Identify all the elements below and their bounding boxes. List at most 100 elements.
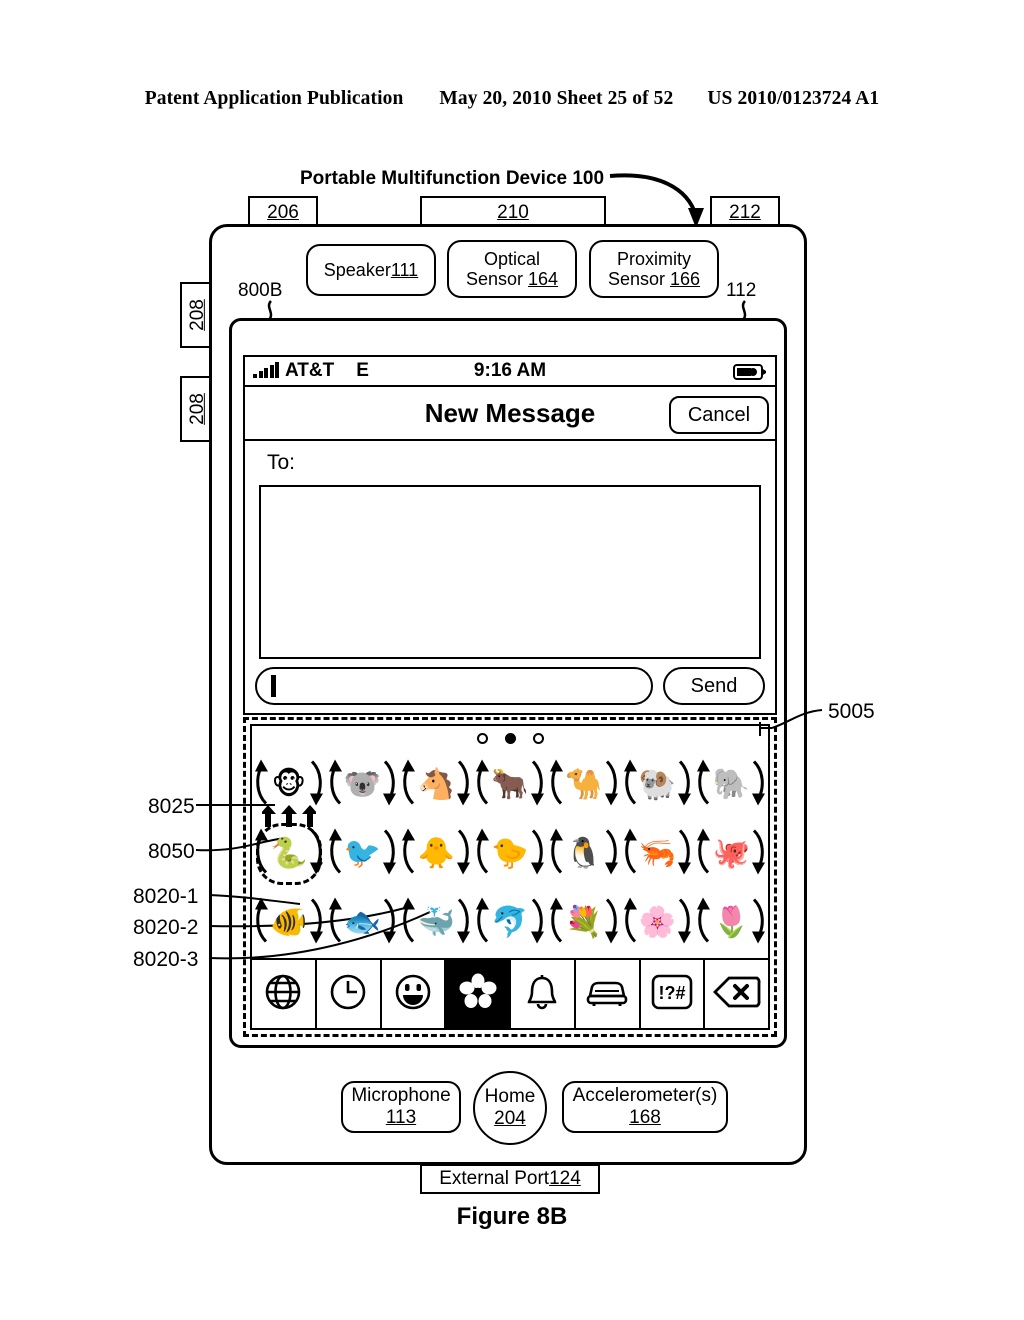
page-indicator-dots[interactable] [252, 726, 768, 750]
emoji-row-3: 🐠 🐟 🐳 🐬 💐 🌸 🌷 [252, 889, 768, 958]
baby-chick-emoji[interactable]: 🐤 [473, 819, 547, 888]
emoji-glyph: 🐪 [565, 766, 603, 802]
tropical-fish-emoji[interactable]: 🐠 [252, 889, 326, 958]
speaker-component: Speaker 111 [306, 244, 436, 296]
keyboard-key-bell[interactable] [511, 960, 576, 1028]
text-caret [271, 675, 276, 697]
emoji-glyph: 🐳 [417, 905, 455, 941]
emoji-right-arrow-icon [674, 759, 694, 810]
emoji-right-arrow-icon [748, 828, 768, 879]
keyboard-key-car[interactable] [575, 960, 641, 1028]
page-dot-3[interactable] [532, 732, 544, 744]
touch-screen-display: AT&T E 9:16 AM New Message Cancel To: Se… [229, 318, 787, 1048]
emoji-rows: 🐵 🐨 🐴 🐂 🐪 🐏 🐘 🐍 🐦 🐥 🐤 🐧 🦐 🐙 🐠 🐟 🐳 🐬 💐 🌸 🌷 [252, 750, 768, 958]
elephant-emoji[interactable]: 🐘 [694, 750, 768, 819]
navigation-bar: New Message Cancel [243, 385, 777, 441]
proximity-sensor-label2: Sensor [607, 269, 670, 289]
keyboard-key-globe[interactable] [252, 960, 317, 1028]
emoji-right-arrow-icon [748, 759, 768, 810]
emoji-glyph: 🐴 [417, 766, 455, 802]
cherry-blossom-emoji[interactable]: 🌸 [621, 889, 695, 958]
koala-emoji[interactable]: 🐨 [326, 750, 400, 819]
emoji-glyph: 🐦 [343, 835, 382, 871]
home-label: Home [484, 1085, 536, 1107]
emoji-left-arrow-icon [473, 759, 493, 810]
horse-face-emoji[interactable]: 🐴 [399, 750, 473, 819]
send-button[interactable]: Send [663, 667, 765, 705]
reference-numeral-5005: 5005 [828, 700, 875, 723]
camel-emoji[interactable]: 🐪 [547, 750, 621, 819]
page-dot-2[interactable] [504, 732, 516, 744]
home-button[interactable]: Home 204 [473, 1071, 547, 1145]
external-port-numeral: 124 [549, 1168, 581, 1189]
to-label: To: [267, 451, 296, 474]
optical-sensor-component: Optical Sensor 164 [447, 240, 577, 298]
external-port-label: External Port [439, 1168, 550, 1189]
accelerometer-component: Accelerometer(s) 168 [562, 1081, 728, 1133]
smiley-icon [394, 973, 432, 1016]
ram-emoji[interactable]: 🐏 [621, 750, 695, 819]
bird-emoji[interactable]: 🐦 [326, 819, 400, 888]
emoji-glyph: 🐥 [417, 835, 455, 871]
emoji-right-arrow-icon [527, 759, 547, 810]
octopus-emoji[interactable]: 🐙 [694, 819, 768, 888]
emoji-right-arrow-icon [453, 828, 473, 879]
monkey-face-emoji[interactable]: 🐵 [252, 750, 326, 828]
emoji-left-arrow-icon [547, 828, 567, 879]
emoji-glyph: 🐤 [491, 835, 529, 871]
emoji-glyph: 🐵 [271, 766, 307, 802]
dolphin-emoji[interactable]: 🐬 [473, 889, 547, 958]
emoji-left-arrow-icon [473, 828, 493, 879]
emoji-right-arrow-icon [601, 828, 621, 879]
tulip-emoji[interactable]: 🌷 [694, 889, 768, 958]
globe-icon [264, 973, 302, 1016]
microphone-label: Microphone [351, 1084, 451, 1106]
reference-numeral-8020-3: 8020-3 [133, 948, 199, 971]
delete-key-icon [712, 976, 761, 1013]
emoji-left-arrow-icon [326, 828, 346, 879]
numeral-800b: 800B [238, 280, 283, 301]
emoji-glyph: 🌸 [638, 905, 677, 941]
emoji-left-arrow-icon [694, 897, 714, 949]
keyboard-key-symbols[interactable]: !?# [640, 960, 706, 1028]
patent-header-middle: May 20, 2010 Sheet 25 of 52 [439, 88, 674, 109]
ox-emoji[interactable]: 🐂 [473, 750, 547, 819]
emoji-keyboard: 🐵 🐨 🐴 🐂 🐪 🐏 🐘 🐍 🐦 🐥 🐤 🐧 🦐 🐙 🐠 🐟 🐳 🐬 💐 🌸 🌷 !?# [243, 717, 777, 1037]
bouquet-emoji[interactable]: 💐 [547, 889, 621, 958]
emoji-right-arrow-icon [306, 828, 326, 879]
device-title: Portable Multifunction Device 100 [300, 168, 605, 189]
keyboard-key-flower[interactable] [446, 960, 511, 1028]
emoji-glyph: 🐨 [343, 766, 382, 802]
emoji-right-arrow-icon [306, 759, 326, 810]
cancel-button[interactable]: Cancel [669, 396, 769, 434]
keyboard-toolbar: !?# [252, 958, 768, 1028]
emoji-right-arrow-icon [527, 828, 547, 879]
to-field-row[interactable]: To: [243, 441, 777, 485]
penguin-emoji[interactable]: 🐧 [547, 819, 621, 888]
message-text-input[interactable] [255, 667, 653, 705]
emoji-glyph: 🐟 [343, 905, 382, 941]
emoji-left-arrow-icon [694, 828, 714, 879]
emoji-glyph: 🐧 [565, 835, 603, 871]
emoji-up-arrows-icon [259, 805, 318, 832]
page-dot-1[interactable] [476, 732, 488, 744]
emoji-left-arrow-icon [399, 897, 419, 949]
keyboard-key-delete-key[interactable] [705, 960, 768, 1028]
symbols-icon: !?# [651, 973, 693, 1016]
speaker-label: Speaker [323, 259, 391, 280]
emoji-right-arrow-icon [379, 828, 399, 879]
whale-emoji[interactable]: 🐳 [399, 889, 473, 958]
emoji-left-arrow-icon [621, 897, 641, 949]
keyboard-key-clock[interactable] [316, 960, 382, 1028]
front-facing-baby-chick-emoji[interactable]: 🐥 [399, 819, 473, 888]
emoji-left-arrow-icon [473, 897, 493, 949]
shrimp-emoji[interactable]: 🦐 [621, 819, 695, 888]
fish-emoji[interactable]: 🐟 [326, 889, 400, 958]
emoji-left-arrow-icon [252, 828, 272, 879]
keyboard-key-smiley[interactable] [381, 960, 447, 1028]
emoji-glyph: 🐍 [270, 835, 308, 871]
numeral-112: 112 [726, 280, 757, 301]
emoji-left-arrow-icon [621, 828, 641, 879]
accelerometer-label: Accelerometer(s) [572, 1084, 718, 1106]
emoji-glyph: 🐂 [491, 766, 529, 802]
